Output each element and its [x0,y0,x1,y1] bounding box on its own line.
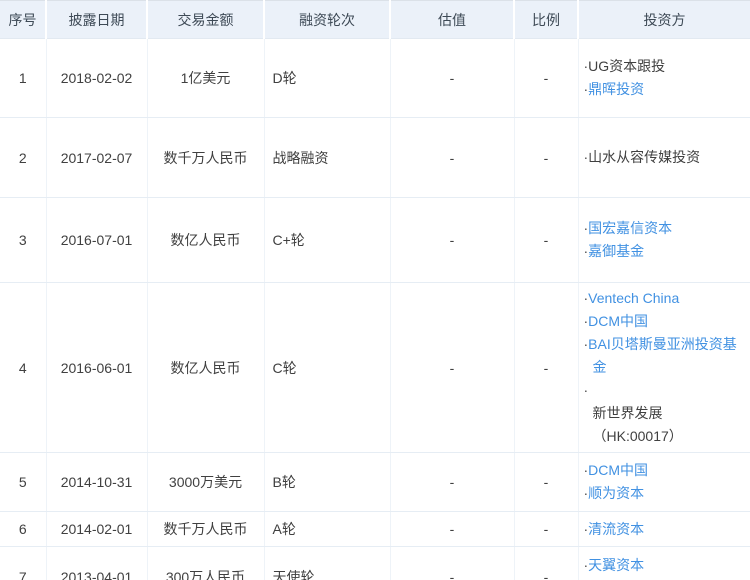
investors-cell: ·天翼资本 ·中路资本 [578,546,750,580]
ratio-cell: - [514,117,579,198]
header-seq: 序号 [0,0,47,39]
header-row: 序号 披露日期 交易金额 融资轮次 估值 比例 投资方 [0,0,750,39]
table-row: 1 2018-02-02 1亿美元 D轮 - - ·UG资本跟投 ·鼎晖投资 [0,38,750,118]
valuation-cell: - [390,38,515,118]
investor-name: UG资本跟投 [588,58,666,74]
round-cell: 战略融资 [264,117,391,198]
investor-name: 山水从容传媒投资 [588,149,701,165]
seq-cell: 2 [0,117,47,198]
valuation-cell: - [390,282,515,453]
investors-cell: ·Ventech China ·DCM中国 ·BAI贝塔斯曼亚洲投资基金 ·新世… [578,282,750,453]
investor-entry: ·国宏嘉信资本 [584,217,743,240]
ratio-cell: - [514,511,579,547]
investor-link[interactable]: 天翼资本 [588,557,644,573]
round-cell: A轮 [264,511,391,547]
investor-entry: ·鼎晖投资 [584,78,743,101]
header-ratio: 比例 [514,0,579,39]
ratio-cell: - [514,546,579,580]
date-cell: 2017-02-07 [46,117,148,198]
investor-entry: ·DCM中国 [584,459,743,482]
date-cell: 2016-07-01 [46,197,148,283]
header-investors: 投资方 [578,0,750,39]
amount-cell: 1亿美元 [147,38,265,118]
seq-cell: 3 [0,197,47,283]
ratio-cell: - [514,282,579,453]
investor-entry: ·清流资本 [584,518,743,541]
ratio-cell: - [514,197,579,283]
ratio-cell: - [514,452,579,512]
seq-cell: 7 [0,546,47,580]
amount-cell: 数千万人民币 [147,511,265,547]
date-cell: 2014-02-01 [46,511,148,547]
investor-link[interactable]: 顺为资本 [588,485,644,501]
seq-cell: 6 [0,511,47,547]
seq-cell: 5 [0,452,47,512]
table-row: 7 2013-04-01 300万人民币 天使轮 - - ·天翼资本 ·中路资本 [0,546,750,580]
investor-entry: ·中路资本 [584,577,743,580]
investor-entry: ·UG资本跟投 [584,55,743,78]
bullet: · [583,382,589,398]
amount-cell: 3000万美元 [147,452,265,512]
table-row: 6 2014-02-01 数千万人民币 A轮 - - ·清流资本 [0,511,750,547]
header-valuation: 估值 [390,0,515,39]
investor-link[interactable]: Ventech China [588,290,679,306]
amount-cell: 数亿人民币 [147,282,265,453]
valuation-cell: - [390,546,515,580]
investor-entry: ·BAI贝塔斯曼亚洲投资基金 [584,333,743,379]
ratio-cell: - [514,38,579,118]
investor-entry: ·DCM中国 [584,310,743,333]
investor-link[interactable]: BAI贝塔斯曼亚洲投资基金 [588,336,737,375]
investor-entry: ·山水从容传媒投资 [584,146,743,169]
round-cell: B轮 [264,452,391,512]
amount-cell: 300万人民币 [147,546,265,580]
valuation-cell: - [390,511,515,547]
investor-link[interactable]: 鼎晖投资 [588,81,644,97]
table-row: 4 2016-06-01 数亿人民币 C轮 - - ·Ventech China… [0,282,750,453]
date-cell: 2014-10-31 [46,452,148,512]
date-cell: 2016-06-01 [46,282,148,453]
amount-cell: 数亿人民币 [147,197,265,283]
investors-cell: ·清流资本 [578,511,750,547]
date-cell: 2018-02-02 [46,38,148,118]
table-row: 5 2014-10-31 3000万美元 B轮 - - ·DCM中国 ·顺为资本 [0,452,750,512]
round-cell: C轮 [264,282,391,453]
header-amount: 交易金额 [147,0,265,39]
header-date: 披露日期 [46,0,148,39]
investors-cell: ·山水从容传媒投资 [578,117,750,198]
investor-link[interactable]: DCM中国 [588,462,648,478]
investor-entry: ·Ventech China [584,287,743,310]
amount-cell: 数千万人民币 [147,117,265,198]
round-cell: C+轮 [264,197,391,283]
valuation-cell: - [390,197,515,283]
financing-history-table: 序号 披露日期 交易金额 融资轮次 估值 比例 投资方 1 2018-02-02… [0,0,750,580]
table-row: 2 2017-02-07 数千万人民币 战略融资 - - ·山水从容传媒投资 [0,117,750,198]
investors-cell: ·UG资本跟投 ·鼎晖投资 [578,38,750,118]
investor-link[interactable]: DCM中国 [588,313,648,329]
investor-name: 新世界发展（HK:00017） [592,405,683,444]
investor-entry: ·新世界发展（HK:00017） [584,379,743,448]
table-row: 3 2016-07-01 数亿人民币 C+轮 - - ·国宏嘉信资本 ·嘉御基金 [0,197,750,283]
header-round: 融资轮次 [264,0,391,39]
valuation-cell: - [390,117,515,198]
investor-entry: ·顺为资本 [584,482,743,505]
seq-cell: 1 [0,38,47,118]
round-cell: D轮 [264,38,391,118]
round-cell: 天使轮 [264,546,391,580]
investor-entry: ·嘉御基金 [584,240,743,263]
investor-link[interactable]: 国宏嘉信资本 [588,220,672,236]
date-cell: 2013-04-01 [46,546,148,580]
seq-cell: 4 [0,282,47,453]
investors-cell: ·DCM中国 ·顺为资本 [578,452,750,512]
investor-entry: ·天翼资本 [584,554,743,577]
investors-cell: ·国宏嘉信资本 ·嘉御基金 [578,197,750,283]
investor-link[interactable]: 嘉御基金 [588,243,644,259]
valuation-cell: - [390,452,515,512]
investor-link[interactable]: 清流资本 [588,521,644,537]
